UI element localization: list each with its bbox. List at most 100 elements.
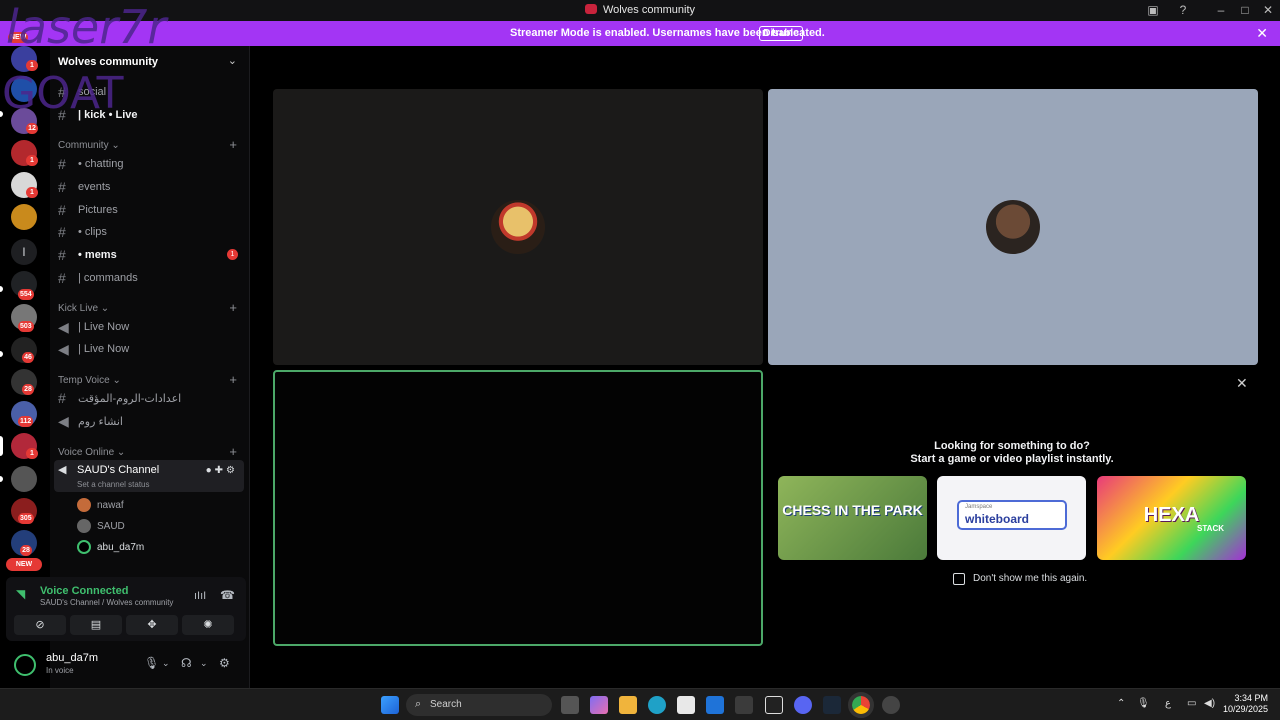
clock[interactable]: 3:34 PM 10/29/2025 [1223, 693, 1268, 715]
avatar [77, 540, 91, 554]
channel-item[interactable]: # Pictures [54, 200, 244, 220]
copilot-icon[interactable] [590, 696, 608, 714]
channel-item[interactable]: # • clips [54, 222, 244, 242]
app-icon[interactable] [735, 696, 753, 714]
chrome-icon[interactable] [848, 692, 874, 718]
channel-item[interactable]: # | commands [54, 268, 244, 288]
activity-card-hexa[interactable]: HEXA STACK [1097, 476, 1246, 560]
close-window-button[interactable]: ✕ [1260, 3, 1276, 18]
channel-actions[interactable]: ●✚⚙ [206, 465, 238, 476]
voice-channel-item[interactable]: ◀ | Live Now [54, 317, 244, 337]
dont-show-checkbox[interactable] [953, 573, 965, 585]
hash-icon: # [58, 390, 66, 406]
voice-user[interactable]: nawaf [77, 498, 124, 512]
active-voice-channel[interactable]: ◀ SAUD's Channel Set a channel status ●✚… [54, 460, 244, 492]
add-channel-icon[interactable]: + [229, 137, 237, 152]
category-temp-voice[interactable]: Temp Voice ⌄ [58, 375, 121, 386]
language-indicator[interactable]: ع [1165, 698, 1171, 709]
avatar [491, 200, 545, 254]
outlook-icon[interactable] [706, 696, 724, 714]
chevron-down-icon[interactable]: ⌄ [200, 658, 208, 669]
settings-icon[interactable]: ⚙ [219, 656, 230, 670]
user-status: In voice [46, 666, 74, 675]
whiteboard-logo: Jamspace whiteboard [957, 500, 1067, 530]
noise-suppression-icon[interactable]: ıIıI [194, 590, 206, 602]
mention-badge: 554 [18, 289, 34, 300]
speaker-icon: ◀ [58, 413, 69, 429]
discord-icon[interactable] [794, 696, 812, 714]
minimize-button[interactable]: – [1213, 3, 1229, 18]
chevron-down-icon[interactable]: ⌄ [162, 658, 170, 669]
activity-card-whiteboard[interactable]: Jamspace whiteboard [937, 476, 1086, 560]
close-activity-icon[interactable]: ✕ [1236, 375, 1248, 392]
help-icon[interactable]: ? [1175, 3, 1191, 18]
inbox-icon[interactable]: ▣ [1145, 3, 1161, 18]
app-icon[interactable] [765, 696, 783, 714]
store-icon[interactable] [677, 696, 695, 714]
activity-card-chess[interactable]: CHESS IN THE PARK [778, 476, 927, 560]
microphone-icon[interactable]: 🎙 [144, 656, 159, 670]
server-icon[interactable]: l [11, 239, 37, 265]
category-kick-live[interactable]: Kick Live ⌄ [58, 303, 109, 314]
voice-user[interactable]: SAUD [77, 519, 125, 533]
screen-share-button[interactable]: ▤ [70, 615, 122, 635]
avatar [77, 519, 91, 533]
taskbar-search[interactable]: ⌕ Search [406, 694, 552, 716]
channel-item[interactable]: # social [54, 82, 244, 102]
os-taskbar: ⌕ Search ⌃ 🎙 ع ▭ ◀) 3:34 PM 10/29/2025 [0, 688, 1280, 720]
maximize-button[interactable]: □ [1237, 3, 1253, 18]
video-tile[interactable] [273, 89, 763, 365]
hash-icon: # [58, 202, 66, 218]
channel-status[interactable]: Set a channel status [77, 480, 150, 489]
channel-item[interactable]: # events [54, 177, 244, 197]
microphone-icon[interactable]: 🎙 [1137, 698, 1150, 709]
task-view-icon[interactable] [561, 696, 579, 714]
add-channel-icon[interactable]: + [229, 444, 237, 459]
voice-channel-item[interactable]: ◀ | Live Now [54, 339, 244, 359]
voice-user[interactable]: abu_da7m [77, 540, 144, 554]
start-icon[interactable] [381, 696, 399, 714]
headphones-icon[interactable]: ☊ [181, 656, 192, 670]
add-channel-icon[interactable]: + [229, 300, 237, 315]
server-icon[interactable] [11, 76, 37, 102]
network-icon[interactable]: ▭ [1187, 698, 1196, 709]
steam-icon[interactable] [823, 696, 841, 714]
video-tile[interactable] [768, 89, 1258, 365]
chevron-up-icon[interactable]: ⌃ [1117, 698, 1125, 709]
voice-channel-item[interactable]: ◀ انشاء روم [54, 411, 244, 431]
disconnect-icon[interactable]: ☎ [220, 588, 235, 602]
app-icon[interactable] [882, 696, 900, 714]
disable-streamer-mode-button[interactable]: Disable [759, 26, 803, 41]
dont-show-label[interactable]: Don't show me this again. [973, 573, 1087, 584]
chevron-down-icon[interactable]: ⌄ [228, 54, 237, 67]
title-bar: Wolves community ▣ ? – □ ✕ [0, 0, 1280, 21]
server-icon[interactable] [11, 204, 37, 230]
voice-status-title[interactable]: Voice Connected [40, 585, 128, 597]
mention-badge: 46 [22, 352, 34, 363]
activities-button[interactable]: ✥ [126, 615, 178, 635]
streamer-mode-banner: Streamer Mode is enabled. Usernames have… [0, 21, 1280, 46]
category-community[interactable]: Community ⌄ [58, 140, 120, 151]
server-name[interactable]: Wolves community [58, 56, 158, 68]
channel-item[interactable]: # | kick • Live [54, 105, 244, 125]
file-explorer-icon[interactable] [619, 696, 637, 714]
server-icon[interactable] [11, 466, 37, 492]
close-banner-icon[interactable]: ✕ [1256, 25, 1268, 42]
camera-button[interactable]: ⊘ [14, 615, 66, 635]
username[interactable]: abu_da7m [46, 652, 98, 664]
user-bar: abu_da7m In voice 🎙 ⌄ ☊ ⌄ ⚙ [6, 646, 246, 682]
video-tile-speaking[interactable] [273, 370, 763, 646]
volume-icon[interactable]: ◀) [1204, 698, 1215, 709]
avatar[interactable] [14, 654, 36, 676]
channel-item[interactable]: # • chatting [54, 154, 244, 174]
add-channel-icon[interactable]: + [229, 372, 237, 387]
mention-badge: 12 [26, 123, 38, 134]
new-badge: NEW [6, 558, 42, 571]
edge-icon[interactable] [648, 696, 666, 714]
soundboard-button[interactable]: ✺ [182, 615, 234, 635]
channel-item[interactable]: # اعدادات-الروم-المؤقت [54, 388, 244, 408]
channel-item[interactable]: # • mems 1 [54, 245, 244, 265]
category-voice-online[interactable]: Voice Online ⌄ [58, 447, 125, 458]
hash-icon: # [58, 107, 66, 123]
voice-status-subtitle: SAUD's Channel / Wolves community [40, 598, 174, 607]
